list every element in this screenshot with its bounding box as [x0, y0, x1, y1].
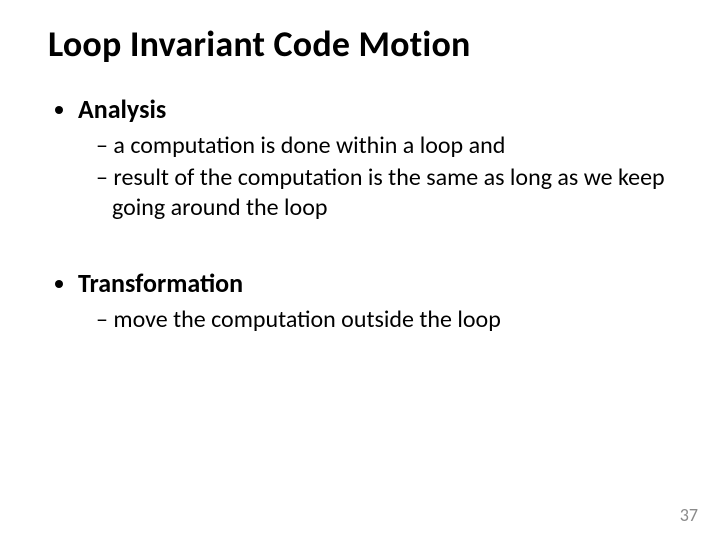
- subitems: move the computation outside the loop: [78, 305, 672, 335]
- section-analysis: Analysis a computation is done within a …: [78, 93, 672, 223]
- list-item: a computation is done within a loop and: [96, 131, 672, 161]
- slide: Loop Invariant Code Motion Analysis a co…: [0, 0, 720, 540]
- section-transformation: Transformation move the computation outs…: [78, 267, 672, 335]
- subitems: a computation is done within a loop and …: [78, 131, 672, 223]
- slide-title: Loop Invariant Code Motion: [48, 24, 672, 65]
- section-heading: Transformation: [78, 267, 243, 299]
- section-heading: Analysis: [78, 93, 166, 125]
- list-item: result of the computation is the same as…: [96, 163, 672, 223]
- page-number: 37: [680, 504, 698, 526]
- list-item: move the computation outside the loop: [96, 305, 672, 335]
- bullet-list: Analysis a computation is done within a …: [48, 93, 672, 335]
